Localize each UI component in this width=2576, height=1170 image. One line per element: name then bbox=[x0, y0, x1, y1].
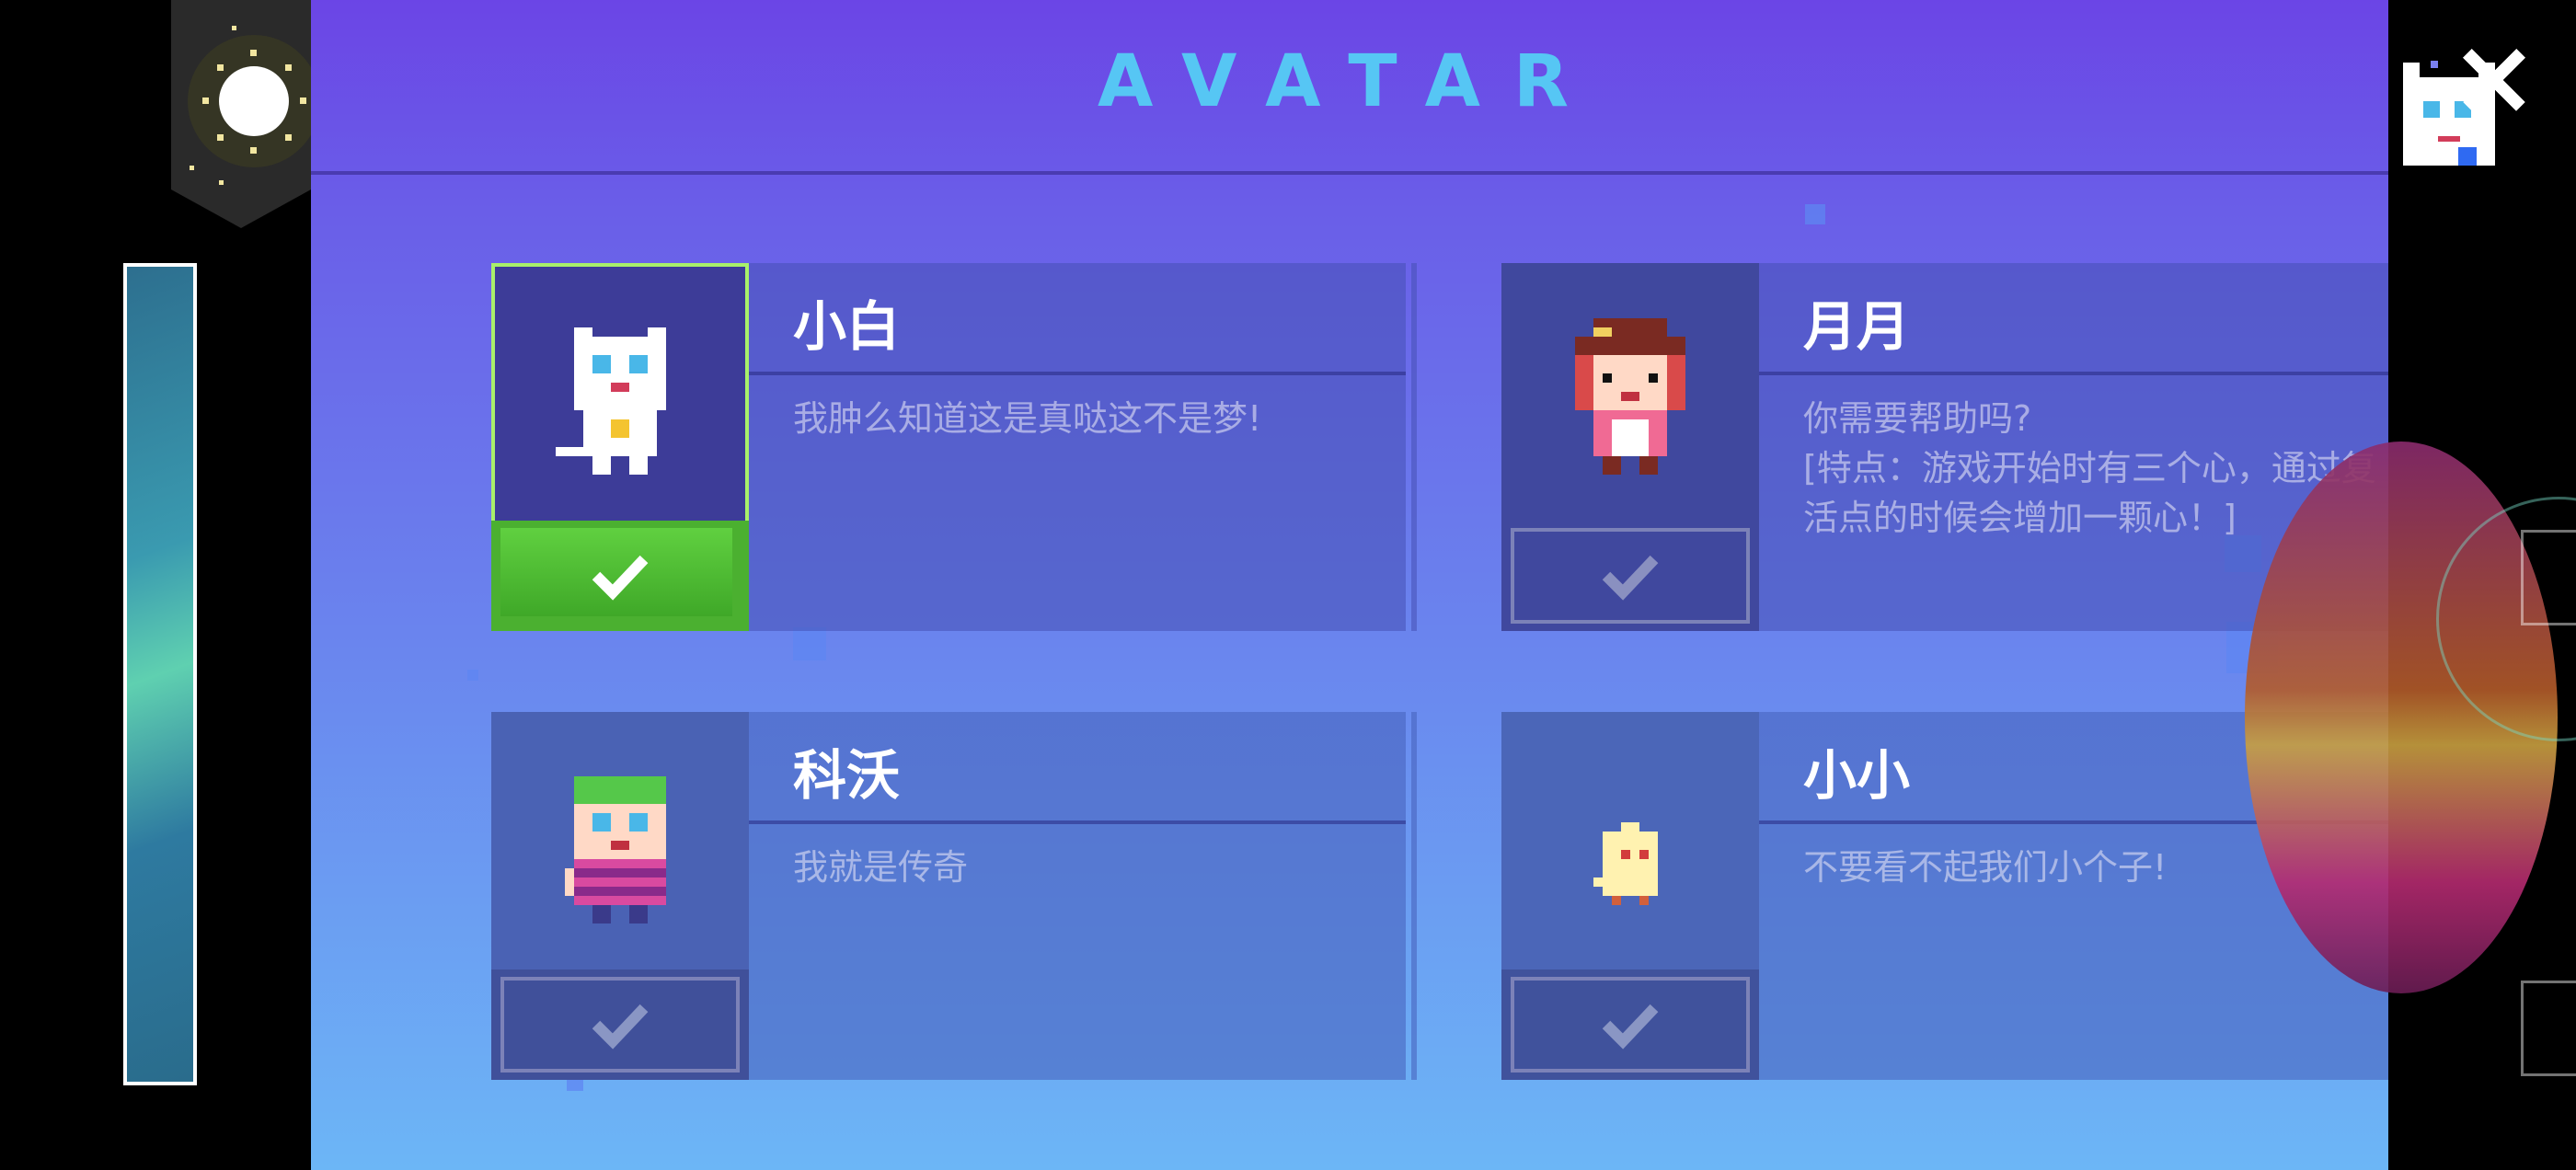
avatar-name: 小小 bbox=[1803, 744, 1911, 807]
avatar-info: 科沃 我就是传奇 bbox=[749, 712, 1406, 1080]
avatar-name: 月月 bbox=[1803, 295, 1911, 358]
avatar-description: 我就是传奇 bbox=[793, 847, 969, 888]
page-title: AVATAR bbox=[1097, 40, 1603, 123]
decor-square bbox=[793, 627, 826, 660]
avatar-info: 小白 我肿么知道这是真哒这不是梦! bbox=[749, 263, 1406, 631]
control-outline bbox=[2521, 530, 2576, 625]
divider bbox=[1759, 372, 2388, 375]
divider bbox=[749, 820, 1406, 824]
divider bbox=[749, 372, 1406, 375]
avatar-card-kewo[interactable]: 科沃 我就是传奇 bbox=[491, 712, 1417, 1080]
select-button[interactable] bbox=[1501, 521, 1759, 631]
checkmark-icon bbox=[1602, 1004, 1659, 1050]
checkmark-icon bbox=[592, 1004, 649, 1050]
avatar-description: 我肿么知道这是真哒这不是梦! bbox=[793, 398, 1262, 439]
decor-square bbox=[1805, 204, 1825, 224]
avatar-name: 小白 bbox=[793, 295, 901, 358]
avatar-card-yueyue[interactable]: 月月 你需要帮助吗? [特点：游戏开始时有三个心，通过复活点的时候会增加一颗心！… bbox=[1501, 263, 2388, 631]
control-outline bbox=[2521, 981, 2576, 1076]
chick-character-icon bbox=[1593, 822, 1658, 905]
decor-square bbox=[2458, 147, 2477, 166]
select-button[interactable] bbox=[491, 521, 749, 631]
select-button[interactable] bbox=[491, 969, 749, 1080]
avatar-name: 科沃 bbox=[793, 744, 901, 807]
level-preview-thumbnail bbox=[123, 263, 197, 1085]
checkmark-icon bbox=[592, 555, 649, 601]
green-hair-boy-character-icon bbox=[565, 776, 666, 923]
select-button[interactable] bbox=[1501, 969, 1759, 1080]
checkmark-icon bbox=[1602, 555, 1659, 601]
red-hair-girl-character-icon bbox=[1575, 318, 1685, 475]
sun-banner-icon bbox=[171, 0, 311, 228]
avatar-panel: AVATAR 小白 我肿么知道这是真哒这不是梦! 月月 你需要帮助吗? [特点：… bbox=[311, 0, 2388, 1170]
decor-square bbox=[467, 670, 478, 681]
avatar-card-xiaobai[interactable]: 小白 我肿么知道这是真哒这不是梦! bbox=[491, 263, 1417, 631]
